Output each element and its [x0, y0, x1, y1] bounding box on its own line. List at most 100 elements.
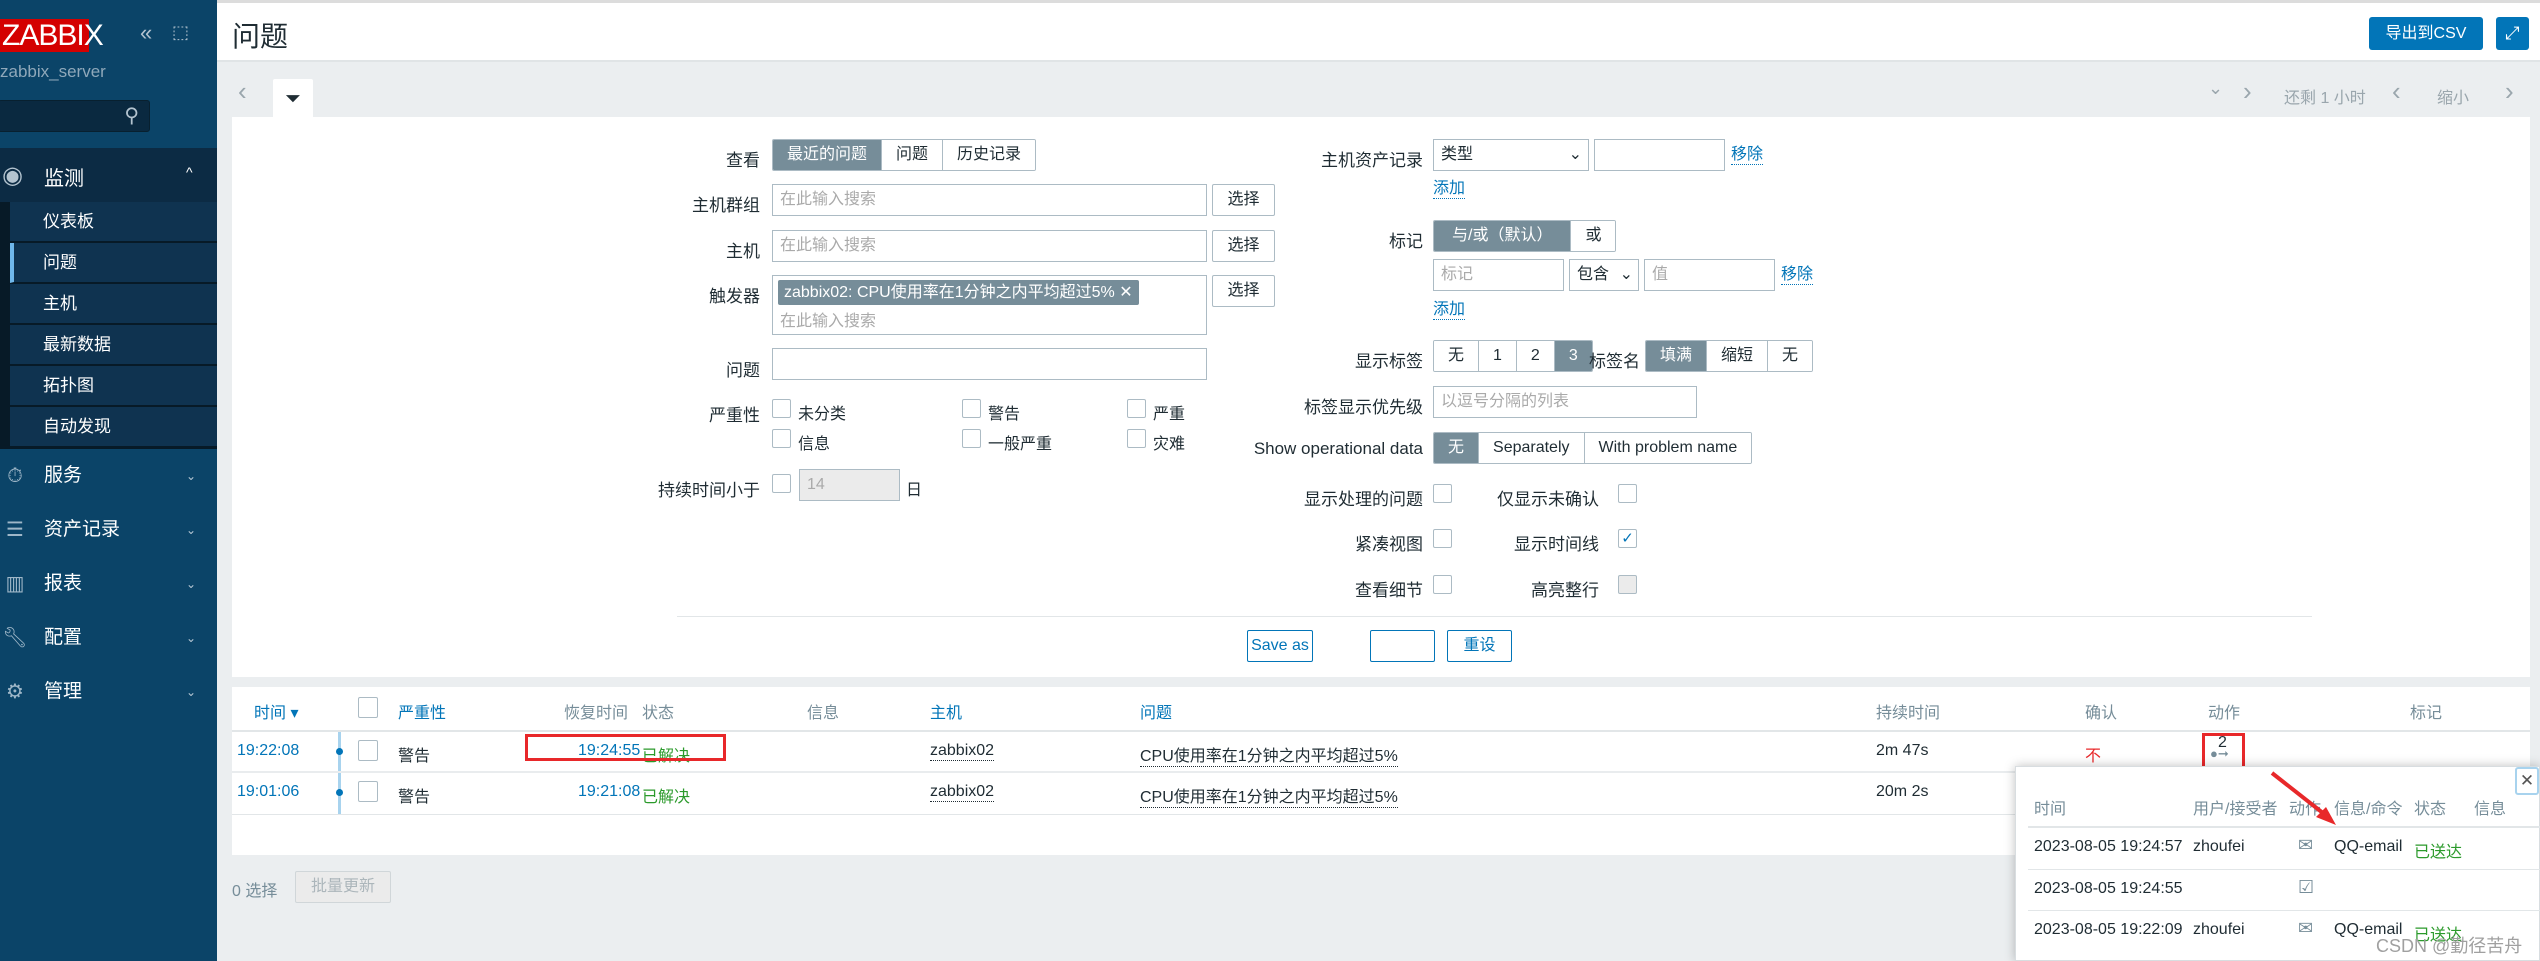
save-as-button[interactable]: Save as — [1247, 630, 1313, 662]
severity-disaster-checkbox[interactable] — [1127, 429, 1146, 448]
sidebar-item-dashboard[interactable]: 仪表板 — [10, 202, 217, 242]
chevron-left-icon[interactable]: ‹ — [238, 76, 247, 107]
bar-chart-icon: ▥ — [5, 573, 25, 595]
col-time[interactable]: 时间 ▾ — [254, 699, 298, 723]
severity-high-checkbox[interactable] — [1127, 399, 1146, 418]
tag-remove-link[interactable]: 移除 — [1781, 266, 1814, 285]
filter-tab[interactable]: ⏷ — [273, 79, 313, 119]
row-checkbox[interactable] — [358, 740, 378, 761]
chevron-down-icon[interactable]: ⌄ — [2208, 78, 2223, 99]
tag-add-link[interactable]: 添加 — [1433, 301, 1466, 320]
highlight-row-checkbox[interactable] — [1618, 575, 1637, 594]
tag-priority-input[interactable]: 以逗号分隔的列表 — [1433, 386, 1697, 418]
tag-name-shortened[interactable]: 缩短 — [1707, 341, 1769, 371]
sidebar-section-administration[interactable]: ⚙ 管理 ⌄ — [0, 667, 217, 717]
show-tags-2[interactable]: 2 — [1516, 341, 1555, 371]
severity-average-checkbox[interactable] — [962, 429, 981, 448]
show-tags-selector[interactable]: 无 1 2 3 — [1433, 340, 1593, 372]
tags-operator-selector[interactable]: 与/或（默认） 或 — [1433, 220, 1617, 252]
sidebar-section-monitoring[interactable]: ◉ 监测 ^ — [0, 148, 217, 202]
show-tags-3[interactable]: 3 — [1554, 341, 1592, 371]
tag-name-selector[interactable]: 填满 缩短 无 — [1645, 340, 1814, 372]
host-link[interactable]: zabbix02 — [930, 742, 995, 761]
hostgroup-input[interactable]: 在此输入搜索 — [772, 184, 1207, 216]
severity-information-checkbox[interactable] — [772, 429, 791, 448]
sidebar-item-hosts[interactable]: 主机 — [10, 284, 217, 324]
timeline-checkbox[interactable]: ✓ — [1618, 529, 1637, 548]
export-csv-button[interactable]: 导出到CSV — [2369, 17, 2483, 50]
sidebar-item-problems[interactable]: 问题 — [10, 243, 217, 283]
tag-name-none[interactable]: 无 — [1768, 341, 1813, 371]
tag-name-full[interactable]: 填满 — [1646, 341, 1708, 371]
fullscreen-icon[interactable]: ⤢ — [2496, 17, 2529, 50]
sidebar-search-input[interactable]: ⚲ — [0, 100, 150, 132]
problem-link[interactable]: CPU使用率在1分钟之内平均超过5% — [1140, 783, 1398, 808]
sidebar-item-latest-data[interactable]: 最新数据 — [10, 325, 217, 365]
apply-button[interactable]: 应用 — [1370, 630, 1435, 662]
hostgroup-select-button[interactable]: 选择 — [1212, 184, 1275, 216]
row-checkbox[interactable] — [358, 781, 378, 802]
kiosk-mode-icon[interactable]: ⬚ — [172, 22, 189, 43]
tag-name-input[interactable]: 标记 — [1433, 259, 1564, 291]
page-header: 问题 导出到CSV ⤢ — [217, 0, 2540, 62]
select-all-checkbox[interactable] — [358, 697, 378, 718]
remove-chip-icon[interactable]: ✕ — [1119, 284, 1132, 301]
sidebar-section-configuration[interactable]: 🔧︎ 配置 ⌄ — [0, 613, 217, 663]
problem-time[interactable]: 19:22:08 — [237, 742, 299, 760]
sidebar-item-maps[interactable]: 拓扑图 — [10, 366, 217, 406]
details-checkbox[interactable] — [1433, 575, 1452, 594]
host-link[interactable]: zabbix02 — [930, 783, 995, 802]
tag-value-input[interactable]: 值 — [1644, 259, 1775, 291]
col-severity[interactable]: 严重性 — [398, 699, 446, 723]
show-tags-1[interactable]: 1 — [1479, 341, 1517, 371]
sidebar-section-services[interactable]: ⏱ 服务 ⌄ — [0, 451, 217, 501]
compact-view-checkbox[interactable] — [1433, 529, 1452, 548]
col-problem[interactable]: 问题 — [1140, 699, 1172, 723]
problem-time[interactable]: 19:01:06 — [237, 783, 299, 801]
opdata-separately[interactable]: Separately — [1479, 433, 1585, 463]
opdata-with-problem-name[interactable]: With problem name — [1584, 433, 1752, 463]
severity-not-classified-checkbox[interactable] — [772, 399, 791, 418]
zabbix-logo[interactable]: ZABBIX — [0, 19, 104, 52]
inventory-value-input[interactable] — [1594, 139, 1725, 171]
view-selector[interactable]: 最近的问题 问题 历史记录 — [772, 139, 1037, 171]
view-problems[interactable]: 问题 — [882, 140, 944, 170]
ack-link[interactable]: 不 — [2085, 742, 2102, 767]
chevron-right-icon[interactable]: › — [2243, 76, 2252, 107]
opdata-none[interactable]: 无 — [1434, 433, 1480, 463]
col-host[interactable]: 主机 — [930, 699, 962, 723]
tag-operator-select[interactable]: 包含 ⌄ — [1569, 259, 1639, 291]
show-tags-none[interactable]: 无 — [1434, 341, 1480, 371]
duration-input[interactable]: 14 — [799, 469, 900, 501]
close-icon[interactable]: ✕ — [2515, 767, 2539, 795]
trigger-select-button[interactable]: 选择 — [1212, 275, 1275, 307]
duration-checkbox[interactable] — [772, 474, 791, 493]
host-input[interactable]: 在此输入搜索 — [772, 230, 1207, 262]
host-select-button[interactable]: 选择 — [1212, 230, 1275, 262]
mass-update-button[interactable]: 批量更新 — [295, 871, 391, 903]
trigger-input[interactable]: zabbix02: CPU使用率在1分钟之内平均超过5% ✕ 在此输入搜索 — [772, 275, 1207, 335]
tags-or-option[interactable]: 或 — [1571, 221, 1616, 251]
chevron-left-icon[interactable]: ‹ — [2392, 76, 2401, 107]
search-icon[interactable]: ⚲ — [124, 103, 139, 128]
sidebar-item-discovery[interactable]: 自动发现 — [10, 407, 217, 447]
sidebar-section-inventory[interactable]: ☰ 资产记录 ⌄ — [0, 505, 217, 555]
zoom-out-button[interactable]: 缩小 — [2437, 84, 2469, 108]
chevron-right-icon[interactable]: › — [2505, 76, 2514, 107]
inventory-field-select[interactable]: 类型 ⌄ — [1433, 139, 1589, 171]
severity-warning-checkbox[interactable] — [962, 399, 981, 418]
collapse-sidebar-icon[interactable]: « — [140, 20, 152, 46]
problem-input[interactable] — [772, 348, 1207, 380]
view-history[interactable]: 历史记录 — [943, 140, 1036, 170]
show-suppressed-checkbox[interactable] — [1433, 484, 1452, 503]
unack-checkbox[interactable] — [1618, 484, 1637, 503]
opdata-selector[interactable]: 无 Separately With problem name — [1433, 432, 1753, 464]
inventory-add-link[interactable]: 添加 — [1433, 180, 1466, 199]
inventory-remove-link[interactable]: 移除 — [1731, 146, 1764, 165]
problem-link[interactable]: CPU使用率在1分钟之内平均超过5% — [1140, 742, 1398, 767]
time-range-label[interactable]: 还剩 1 小时 — [2284, 84, 2366, 108]
sidebar-section-reports[interactable]: ▥ 报表 ⌄ — [0, 559, 217, 609]
view-recent-problems[interactable]: 最近的问题 — [773, 140, 883, 170]
reset-button[interactable]: 重设 — [1447, 630, 1512, 662]
tags-and-or-option[interactable]: 与/或（默认） — [1434, 221, 1572, 251]
